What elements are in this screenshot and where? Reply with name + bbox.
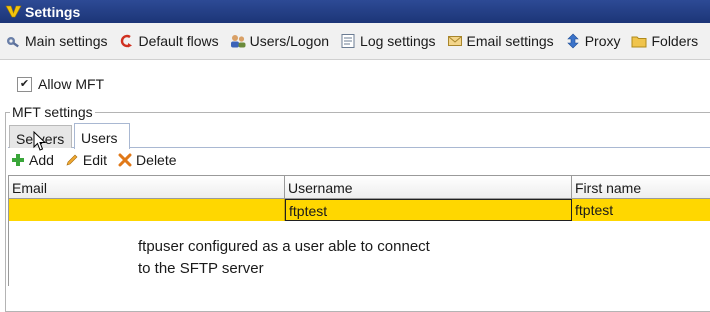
users-icon xyxy=(230,33,246,49)
allow-mft-row[interactable]: ✔ Allow MFT xyxy=(17,76,104,92)
edit-user-button[interactable]: Edit xyxy=(64,152,107,168)
add-label: Add xyxy=(29,152,54,168)
mft-settings-legend: MFT settings xyxy=(10,104,95,120)
delete-user-button[interactable]: Delete xyxy=(117,152,177,168)
annotation-line-1: ftpuser configured as a user able to con… xyxy=(138,238,430,255)
annotation-text: ftpuser configured as a user able to con… xyxy=(138,236,430,280)
menu-label: Email settings xyxy=(466,33,554,49)
envelope-icon xyxy=(447,33,463,49)
window-title-bar: Settings xyxy=(0,0,710,23)
menu-label: Folders xyxy=(651,33,699,49)
menu-main-settings[interactable]: Main settings xyxy=(0,26,113,56)
menu-label: Default flows xyxy=(138,33,219,49)
mft-tabstrip: Servers Users xyxy=(8,123,710,149)
column-header-username[interactable]: Username xyxy=(285,175,572,199)
folder-icon xyxy=(631,33,647,49)
menu-log-settings[interactable]: Log settings xyxy=(335,26,442,56)
gear-wrench-icon xyxy=(5,33,21,49)
window-title: Settings xyxy=(25,3,81,20)
log-document-icon xyxy=(340,33,356,49)
allow-mft-label: Allow MFT xyxy=(38,76,105,92)
table-row[interactable]: ftptest ftptest xyxy=(9,199,710,221)
edit-label: Edit xyxy=(82,152,108,168)
column-header-first-name[interactable]: First name xyxy=(572,175,710,199)
menu-label: Proxy xyxy=(584,33,621,49)
cell-username[interactable]: ftptest xyxy=(285,199,572,221)
menu-default-flows[interactable]: Default flows xyxy=(113,26,224,56)
menu-email-settings[interactable]: Email settings xyxy=(442,26,560,56)
menu-folders[interactable]: Folders xyxy=(626,26,704,56)
annotation-line-2: to the SFTP server xyxy=(138,260,264,277)
menu-proxy[interactable]: Proxy xyxy=(560,26,627,56)
plus-icon xyxy=(10,152,26,168)
cell-first-name[interactable]: ftptest xyxy=(572,199,710,221)
menu-label: Log settings xyxy=(360,33,436,49)
menu-label: Main settings xyxy=(25,33,108,49)
flow-arrow-icon xyxy=(118,33,134,49)
delete-x-icon xyxy=(117,152,133,168)
grid-header: Email Username First name xyxy=(9,175,710,199)
settings-menu-bar: Main settings Default flows Users/Logon … xyxy=(0,23,710,60)
delete-label: Delete xyxy=(136,152,177,168)
add-user-button[interactable]: Add xyxy=(10,152,54,168)
menu-label: Users/Logon xyxy=(249,33,330,49)
mouse-pointer-icon xyxy=(33,130,49,153)
column-header-email[interactable]: Email xyxy=(9,175,285,199)
pencil-icon xyxy=(64,152,80,168)
cell-email[interactable] xyxy=(9,199,285,221)
v-logo-icon xyxy=(4,3,22,21)
allow-mft-checkbox[interactable]: ✔ xyxy=(17,76,32,92)
proxy-arrows-icon xyxy=(565,33,581,49)
tab-users[interactable]: Users xyxy=(74,123,130,149)
menu-users-logon[interactable]: Users/Logon xyxy=(225,26,335,56)
